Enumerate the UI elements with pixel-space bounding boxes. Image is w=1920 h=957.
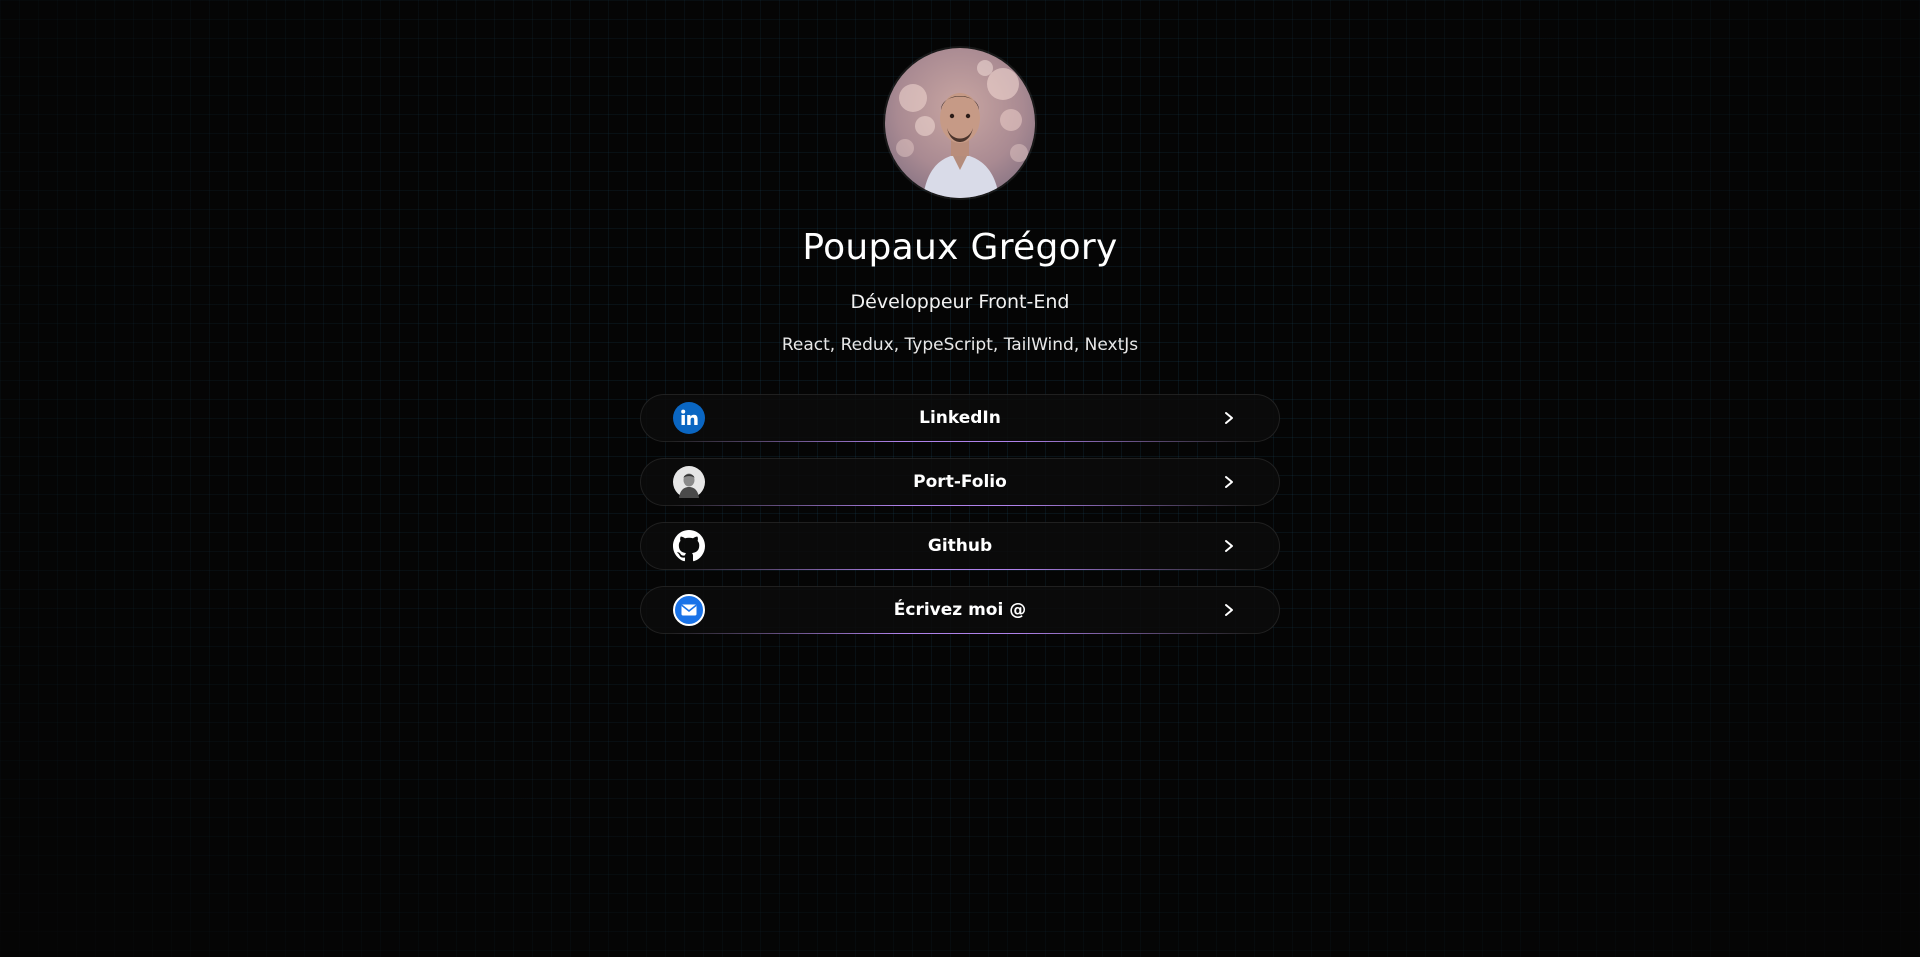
chevron-right-icon <box>1225 540 1233 552</box>
linkedin-icon <box>673 402 705 434</box>
email-link[interactable]: Écrivez moi @ <box>640 586 1280 634</box>
chevron-right-icon <box>1225 412 1233 424</box>
profile-role: Développeur Front-End <box>850 291 1070 313</box>
email-icon <box>673 594 705 626</box>
profile-name: Poupaux Grégory <box>802 227 1118 268</box>
portfolio-link[interactable]: Port-Folio <box>640 458 1280 506</box>
chevron-right-icon <box>1225 476 1233 488</box>
portfolio-link-label: Port-Folio <box>913 472 1007 492</box>
github-icon <box>673 530 705 562</box>
linkedin-link[interactable]: LinkedIn <box>640 394 1280 442</box>
profile-card: Poupaux Grégory Développeur Front-End Re… <box>640 0 1280 634</box>
profile-avatar <box>885 48 1035 198</box>
portfolio-avatar-icon <box>673 466 705 498</box>
email-link-label: Écrivez moi @ <box>893 600 1027 620</box>
page: Poupaux Grégory Développeur Front-End Re… <box>0 0 1920 957</box>
chevron-right-icon <box>1225 604 1233 616</box>
link-list: LinkedIn Port-Folio Github Écrivez moi @ <box>640 394 1280 634</box>
github-link[interactable]: Github <box>640 522 1280 570</box>
profile-photo <box>885 48 1035 198</box>
linkedin-link-label: LinkedIn <box>919 408 1001 428</box>
profile-tech-stack: React, Redux, TypeScript, TailWind, Next… <box>781 335 1139 355</box>
github-link-label: Github <box>927 536 993 556</box>
